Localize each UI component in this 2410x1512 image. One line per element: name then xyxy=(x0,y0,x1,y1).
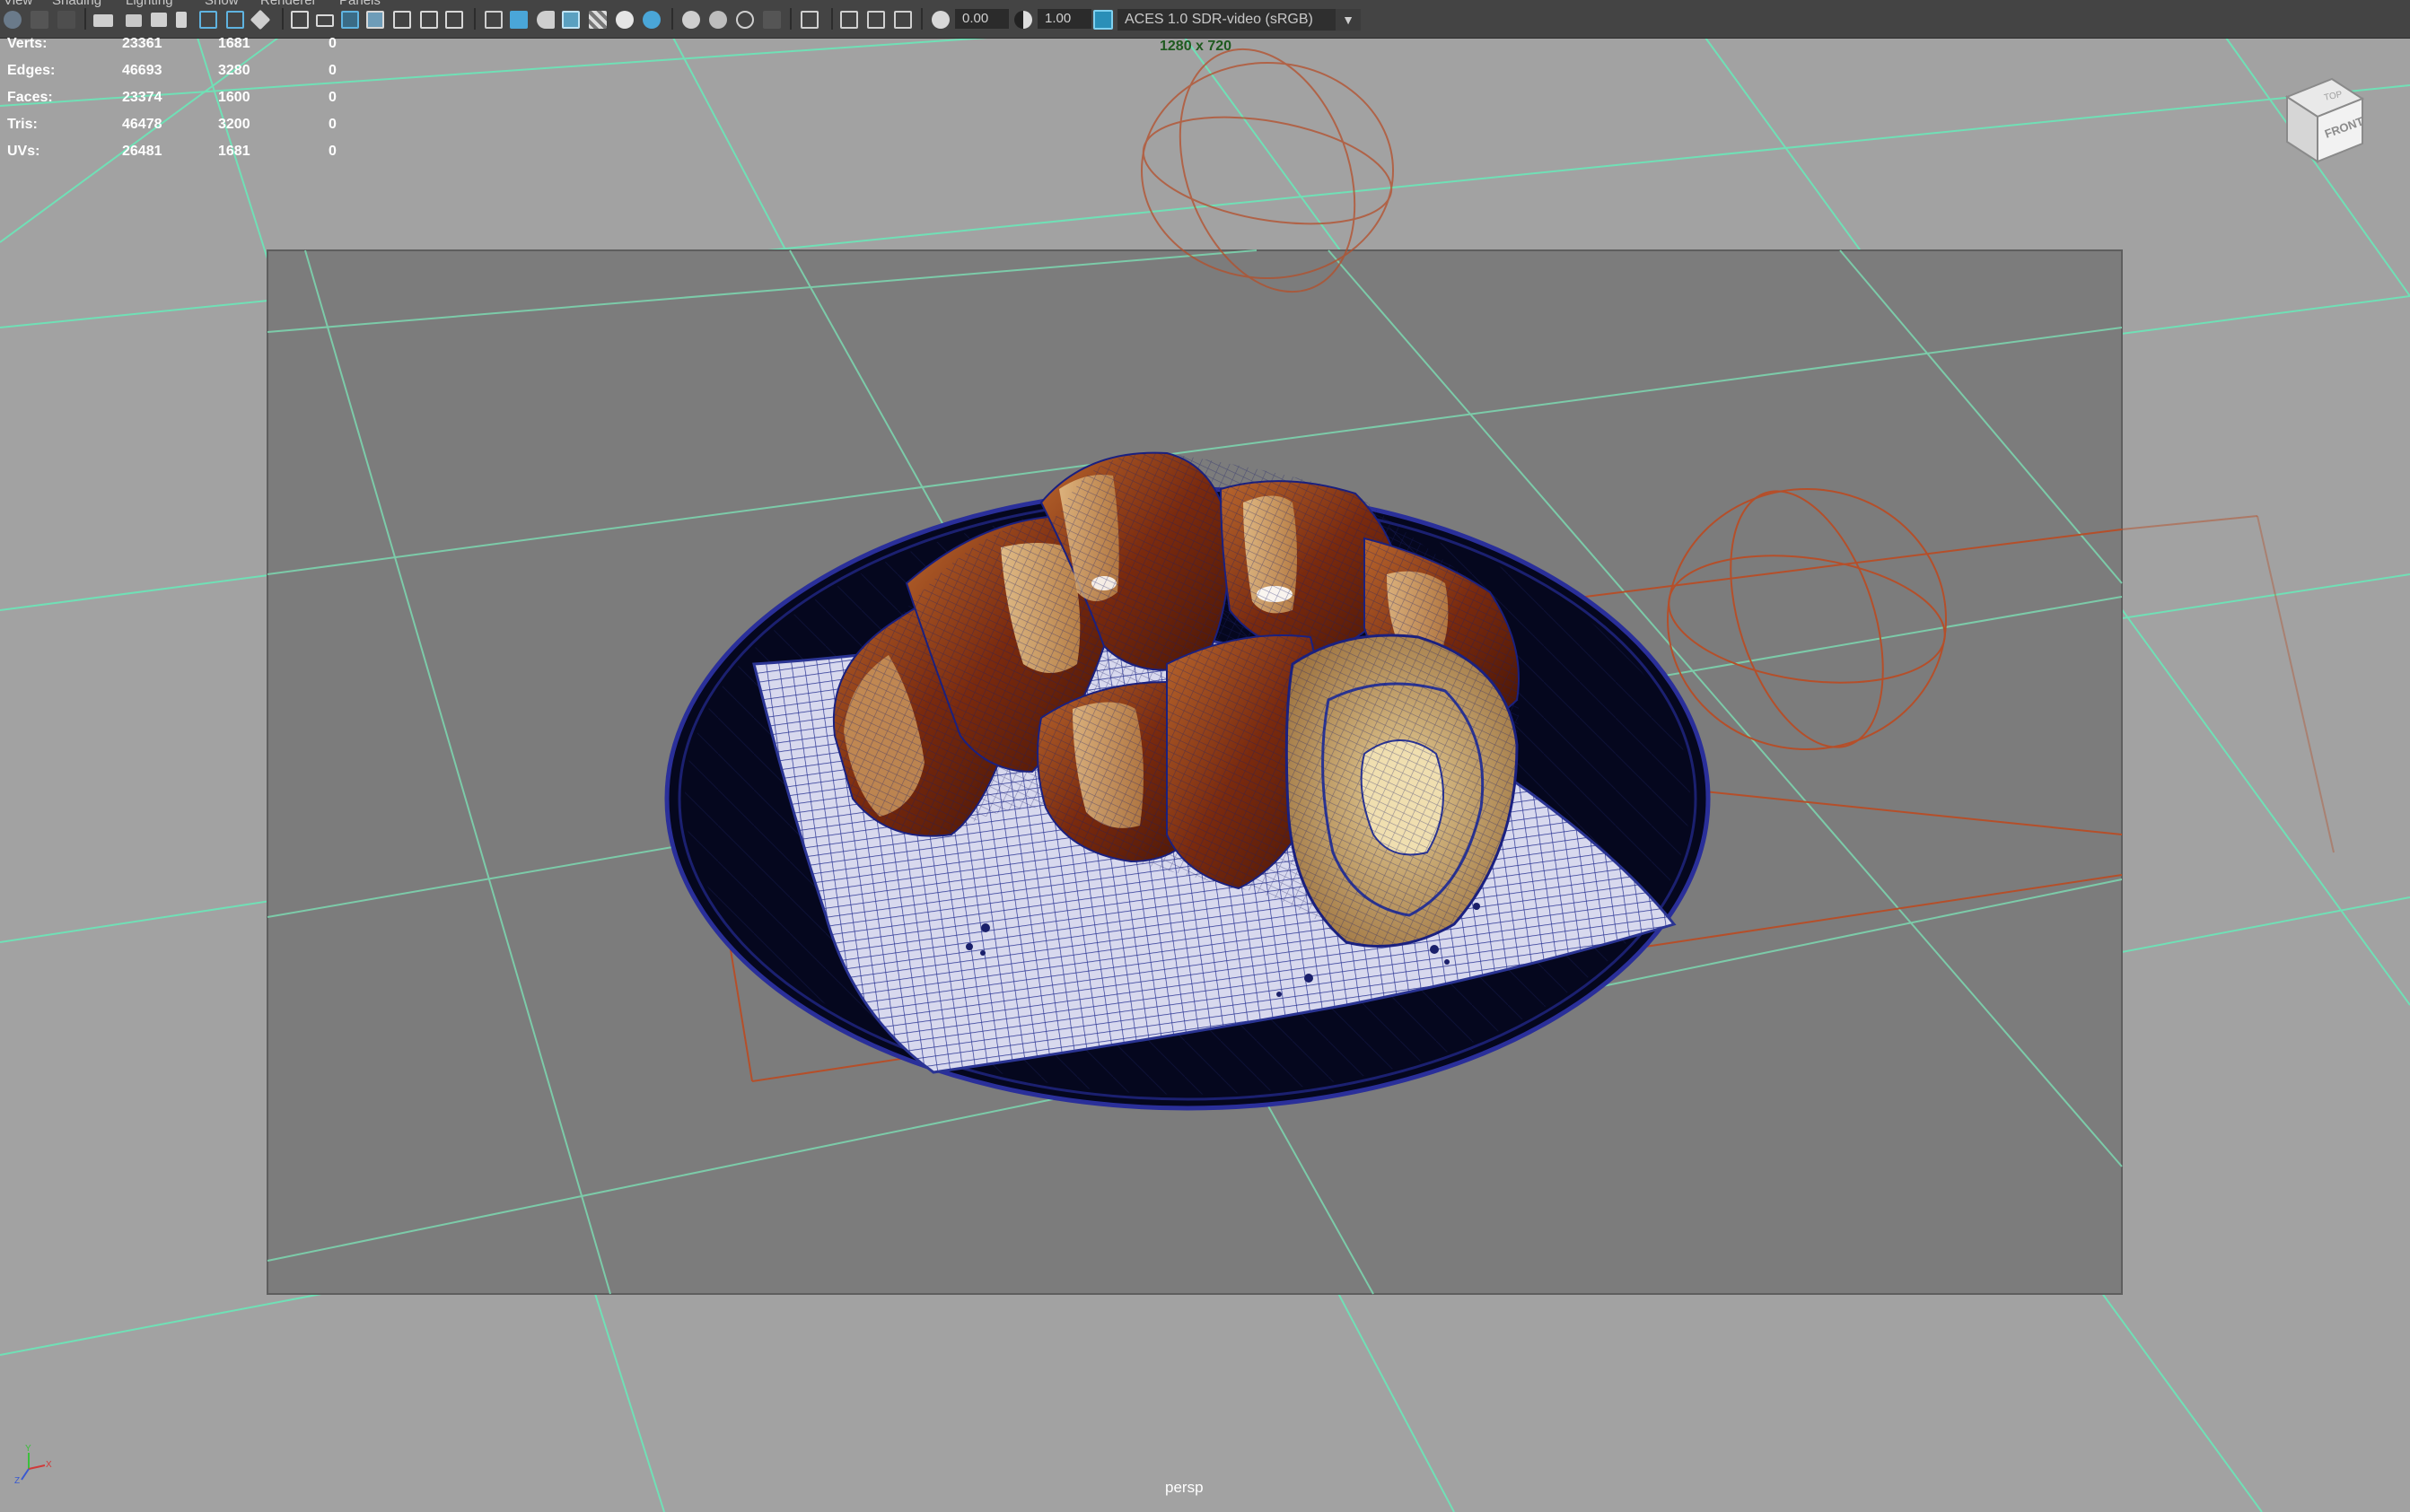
xray-active-components-icon[interactable] xyxy=(867,11,885,29)
textured-icon[interactable] xyxy=(589,11,607,29)
menu-renderer[interactable]: Renderer xyxy=(260,0,317,8)
use-default-material-icon[interactable] xyxy=(537,11,555,29)
gate-mask-icon[interactable] xyxy=(366,11,384,29)
film-gate-icon[interactable] xyxy=(316,14,334,27)
grid-toggle-icon[interactable] xyxy=(291,11,309,29)
scene-canvas[interactable] xyxy=(0,0,2410,1512)
axis-indicator: Y X Z xyxy=(13,1440,57,1490)
lock-camera-icon[interactable] xyxy=(31,11,48,29)
isolate-select-icon[interactable] xyxy=(801,11,819,29)
wireframe-on-shaded-icon[interactable] xyxy=(562,11,580,29)
view-transform-dropdown[interactable]: ACES 1.0 SDR-video (sRGB) xyxy=(1117,9,1360,31)
axis-x-label: X xyxy=(46,1460,52,1470)
panel-menu-bar: View Shading Lighting Show Renderer Pane… xyxy=(0,0,539,9)
toolbar-separator xyxy=(831,8,833,30)
camera-attributes-icon[interactable] xyxy=(93,14,113,27)
menu-lighting[interactable]: Lighting xyxy=(126,0,173,8)
resolution-label: 1280 x 720 xyxy=(1160,39,1232,54)
camera-select-icon[interactable] xyxy=(4,11,22,29)
use-all-lights-icon[interactable] xyxy=(616,11,634,29)
menu-view[interactable]: View xyxy=(4,0,32,8)
depth-of-field-icon[interactable] xyxy=(763,11,781,29)
xray-joints-icon[interactable] xyxy=(894,11,912,29)
hud-row-faces: Faces: 23374 1600 0 xyxy=(7,90,337,105)
safe-title-icon[interactable] xyxy=(445,11,463,29)
menu-panels[interactable]: Panels xyxy=(339,0,381,8)
field-chart-icon[interactable] xyxy=(393,11,411,29)
axis-gizmo-icon: Y X Z xyxy=(14,1444,52,1486)
xray-icon[interactable] xyxy=(840,11,858,29)
smooth-shade-icon[interactable] xyxy=(510,11,528,29)
toolbar-separator xyxy=(474,8,476,30)
resolution-gate-icon[interactable] xyxy=(341,11,359,29)
menu-shading[interactable]: Shading xyxy=(52,0,101,8)
viewport-panel[interactable]: View Shading Lighting Show Renderer Pane… xyxy=(0,0,2410,1512)
toolbar-separator xyxy=(84,8,86,30)
image-plane-icon[interactable] xyxy=(151,13,167,27)
toolbar-separator xyxy=(282,8,284,30)
panel-toolbar: View Shading Lighting Show Renderer Pane… xyxy=(0,0,2410,39)
axis-y-label: Y xyxy=(25,1444,31,1454)
hud-row-verts: Verts: 23361 1681 0 xyxy=(7,36,337,51)
grease-pencil-icon[interactable] xyxy=(199,11,217,29)
toolbar-separator xyxy=(921,8,923,30)
gamma-field[interactable]: 1.00 xyxy=(1038,9,1091,29)
chevron-down-icon[interactable]: ▼ xyxy=(1336,9,1361,31)
hud-row-edges: Edges: 46693 3280 0 xyxy=(7,63,337,78)
bookmark-icon[interactable] xyxy=(57,11,75,29)
gamma-icon[interactable] xyxy=(1014,11,1032,29)
safe-action-icon[interactable] xyxy=(420,11,438,29)
exposure-icon[interactable] xyxy=(932,11,950,29)
hud-row-uvs: UVs: 26481 1681 0 xyxy=(7,144,337,159)
axis-z-label: Z xyxy=(14,1476,20,1485)
motion-trail-icon[interactable] xyxy=(226,11,244,29)
exposure-field[interactable]: 0.00 xyxy=(955,9,1009,29)
motion-blur-icon[interactable] xyxy=(709,11,727,29)
camera-name-label: persp xyxy=(1165,1479,1204,1496)
shadows-icon[interactable] xyxy=(643,11,661,29)
viewcube[interactable]: TOP FRONT xyxy=(2280,70,2370,173)
wireframe-icon[interactable] xyxy=(485,11,503,29)
toolbar-separator xyxy=(671,8,673,30)
hud-row-tris: Tris: 46478 3200 0 xyxy=(7,117,337,132)
snap-icon[interactable] xyxy=(250,9,271,31)
2d-pan-zoom-icon[interactable] xyxy=(176,12,187,28)
color-management-icon[interactable] xyxy=(1093,10,1113,30)
multisample-aa-icon[interactable] xyxy=(736,11,754,29)
camera-bookmark-icon[interactable] xyxy=(126,14,142,27)
viewcube-icon[interactable]: TOP FRONT xyxy=(2280,70,2370,169)
menu-show[interactable]: Show xyxy=(205,0,239,8)
screen-space-ao-icon[interactable] xyxy=(682,11,700,29)
toolbar-separator xyxy=(790,8,792,30)
